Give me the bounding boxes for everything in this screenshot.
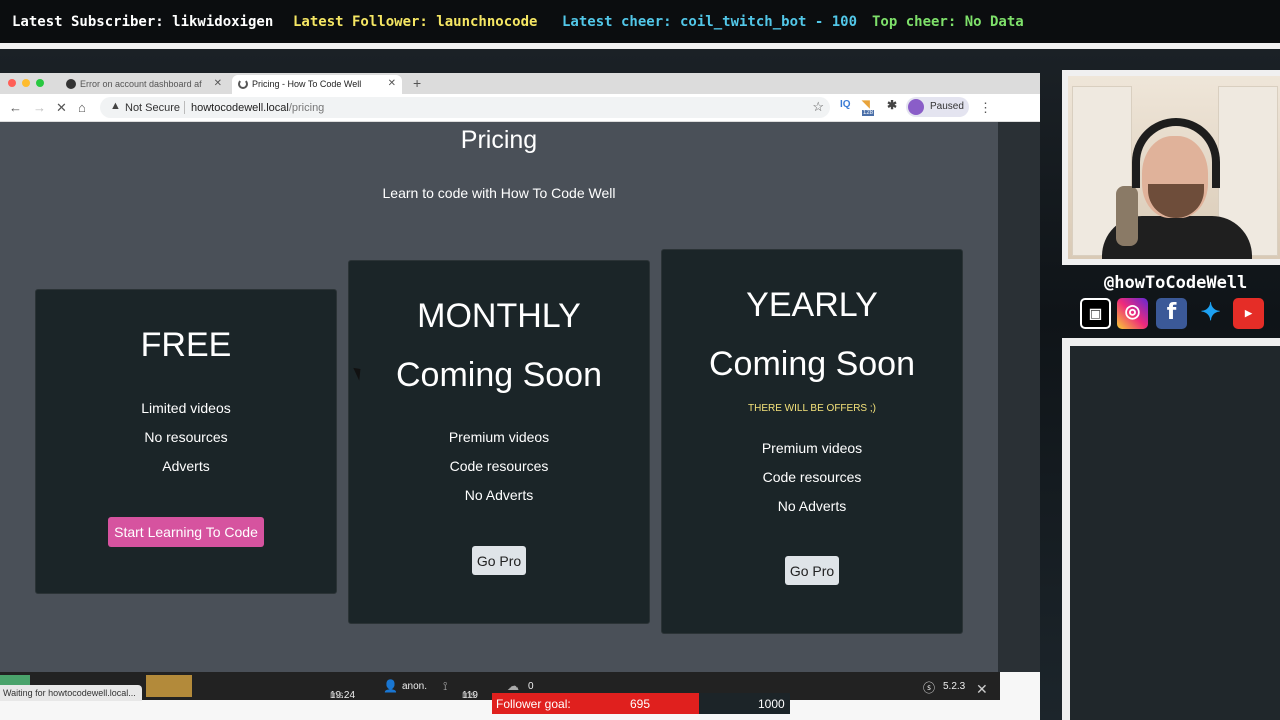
facebook-icon: f <box>1156 298 1187 329</box>
profile-paused-button[interactable]: Paused <box>906 97 969 117</box>
top-cheer: Top cheer: No Data <box>872 14 1024 30</box>
coming-soon-label: Coming Soon <box>395 356 602 394</box>
instagram-icon: ◎ <box>1117 298 1148 329</box>
start-learning-button[interactable]: Start Learning To Code <box>108 517 264 547</box>
new-tab-icon[interactable]: + <box>413 75 421 91</box>
twitter-icon: ✦ <box>1200 299 1221 326</box>
tab-label: Error on account dashboard af <box>80 79 202 89</box>
back-arrow-icon[interactable]: ← <box>9 100 22 115</box>
webcam-feed <box>1068 76 1280 259</box>
url-text[interactable]: howtocodewell.local/pricing <box>191 102 324 114</box>
plan-card-free: FREE Limited videos No resources Adverts… <box>35 289 337 594</box>
url-host: howtocodewell.local <box>191 102 289 114</box>
rss-extension-icon[interactable]: ◥ <box>862 99 870 110</box>
maximize-window-icon[interactable] <box>36 79 44 87</box>
page-title: Pricing <box>460 126 538 154</box>
latest-follower: Latest Follower: launchnocode <box>293 14 538 30</box>
tab-github-issue[interactable]: Error on account dashboard af ✕ <box>60 75 228 94</box>
close-tab-icon[interactable]: ✕ <box>388 78 396 89</box>
latest-cheer: Latest cheer: coil_twitch_bot - 100 <box>562 14 858 30</box>
paused-label: Paused <box>930 101 964 112</box>
plan-name: FREE <box>140 326 232 364</box>
streamer-handle: @howToCodeWell <box>1104 273 1248 293</box>
close-tab-icon[interactable]: ✕ <box>214 78 222 89</box>
avatar <box>908 99 924 115</box>
twitch-icon: ▣ <box>1080 298 1111 329</box>
security-user[interactable]: anon. <box>402 681 427 692</box>
minimize-window-icon[interactable] <box>22 79 30 87</box>
pricing-page: Pricing Learn to code with How To Code W… <box>0 122 998 672</box>
cache-count[interactable]: 0 <box>528 681 534 692</box>
plan-feature: Code resources <box>762 469 862 485</box>
follower-goal-target: 1000 <box>758 697 785 711</box>
headphones <box>1132 118 1220 188</box>
plan-card-yearly: YEARLY Coming Soon THERE WILL BE OFFERS … <box>661 249 963 634</box>
plan-feature: Code resources <box>449 458 549 474</box>
offers-note: THERE WILL BE OFFERS ;) <box>748 403 876 414</box>
latest-subscriber: Latest Subscriber: likwidoxigen <box>12 14 274 30</box>
tab-strip: Error on account dashboard af ✕ Pricing … <box>0 73 1040 94</box>
plan-card-monthly: MONTHLY Coming Soon Premium videos Code … <box>348 260 650 624</box>
browser-toolbar: ← → ✕ ⌂ ▲ Not Secure howtocodewell.local… <box>0 94 1040 122</box>
plan-feature: No resources <box>144 429 228 445</box>
warning-icon[interactable]: ▲ <box>110 100 121 112</box>
browser-menu-icon[interactable]: ⋮ <box>979 100 992 116</box>
coming-soon-label: Coming Soon <box>708 345 915 383</box>
follower-goal-bar: Follower goal: 695 1000 <box>492 693 790 714</box>
go-pro-button-yearly[interactable]: Go Pro <box>785 556 839 585</box>
symfony-version[interactable]: 5.2.3 <box>943 681 965 692</box>
plan-feature: Adverts <box>162 458 210 474</box>
twig-time-unit: ms <box>462 690 476 701</box>
follower-goal-current: 695 <box>630 697 651 711</box>
cache-icon: ☁ <box>507 679 519 693</box>
request-time-unit: ms <box>330 690 344 701</box>
follower-goal-label: Follower goal: <box>496 697 571 711</box>
symfony-logo-icon: ⓢ <box>923 681 936 695</box>
microphone <box>1116 186 1138 246</box>
close-window-icon[interactable] <box>8 79 16 87</box>
plan-name: MONTHLY <box>417 297 581 335</box>
twig-icon: ⟟ <box>443 679 448 693</box>
close-toolbar-icon[interactable]: ✕ <box>976 681 988 698</box>
tab-label: Pricing - How To Code Well <box>252 79 362 89</box>
plan-feature: Premium videos <box>448 429 550 445</box>
github-icon <box>66 79 76 89</box>
divider <box>184 101 185 114</box>
home-icon[interactable]: ⌂ <box>78 100 86 115</box>
forward-arrow-icon[interactable]: → <box>33 100 46 115</box>
memory-badge[interactable] <box>146 675 192 697</box>
plan-feature: Limited videos <box>141 400 231 416</box>
extension-badge: 128 <box>862 110 875 116</box>
side-panel <box>1070 346 1280 720</box>
go-pro-button-monthly[interactable]: Go Pro <box>472 546 526 575</box>
user-icon: 👤 <box>383 679 398 693</box>
youtube-icon: ▶ <box>1233 298 1264 329</box>
plan-feature: No Adverts <box>777 498 847 514</box>
plan-feature: Premium videos <box>761 440 863 456</box>
plan-name: YEARLY <box>746 286 878 324</box>
security-label[interactable]: Not Secure <box>125 102 180 114</box>
browser-window: Error on account dashboard af ✕ Pricing … <box>0 73 1040 720</box>
page-subtitle: Learn to code with How To Code Well <box>382 185 616 201</box>
status-bubble: Waiting for howtocodewell.local... <box>0 685 142 701</box>
iq-extension-icon[interactable]: IQ <box>840 99 851 110</box>
url-path: /pricing <box>288 102 325 114</box>
bookmark-star-icon[interactable]: ☆ <box>812 99 824 115</box>
stop-loading-icon[interactable]: ✕ <box>56 100 67 116</box>
tab-pricing[interactable]: Pricing - How To Code Well ✕ <box>232 75 402 94</box>
scrollbar-track[interactable] <box>998 122 1040 672</box>
plan-feature: No Adverts <box>464 487 534 503</box>
address-bar[interactable]: ▲ Not Secure howtocodewell.local/pricing… <box>100 97 830 118</box>
stream-alert-bar: Latest Subscriber: likwidoxigen Latest F… <box>0 0 1280 49</box>
puzzle-extensions-icon[interactable]: ✱ <box>887 98 897 112</box>
loading-icon <box>238 79 248 89</box>
